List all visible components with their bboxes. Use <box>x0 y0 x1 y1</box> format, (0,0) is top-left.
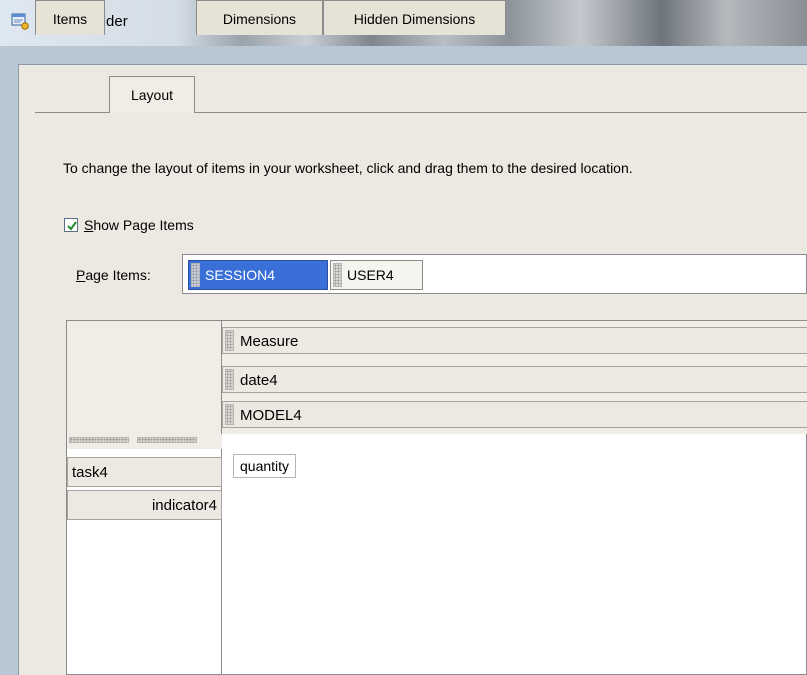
show-page-items-checkbox[interactable] <box>64 218 78 232</box>
tab-items[interactable]: Items <box>35 0 105 35</box>
layout-instructions: To change the layout of items in your wo… <box>63 160 633 176</box>
page-item-session4[interactable]: SESSION4 <box>188 260 328 290</box>
drag-handle-icon <box>333 263 342 287</box>
data-item-quantity[interactable]: quantity <box>233 454 297 478</box>
top-axis-item-date4[interactable]: date4 <box>222 366 807 393</box>
side-axis[interactable]: task4 indicator4 <box>67 449 222 674</box>
drag-handle-icon <box>191 263 200 287</box>
tab-layout[interactable]: Layout <box>109 76 195 113</box>
show-page-items-label: Show Page Items <box>84 217 194 233</box>
drag-handle-icon <box>225 330 234 351</box>
column-drag-handle-icon[interactable] <box>137 437 197 443</box>
query-builder-icon <box>11 13 29 30</box>
side-axis-item-indicator4[interactable]: indicator4 <box>67 490 222 520</box>
tab-dimensions[interactable]: Dimensions <box>196 0 323 35</box>
top-axis-item-measure[interactable]: Measure <box>222 327 807 354</box>
drag-handle-icon <box>225 369 234 390</box>
checkmark-icon <box>67 221 77 231</box>
drag-handle-icon <box>225 404 234 425</box>
grid-corner <box>67 321 222 434</box>
tab-hidden-dimensions[interactable]: Hidden Dimensions <box>323 0 506 35</box>
page-items-drop-zone[interactable]: SESSION4 USER4 <box>182 254 807 294</box>
column-drag-handle-icon[interactable] <box>69 437 129 443</box>
layout-grid: Measure date4 MODEL4 task4 indicator4 qu… <box>66 320 807 675</box>
page-items-label: Page Items: <box>76 267 151 283</box>
top-axis-item-model4[interactable]: MODEL4 <box>222 401 807 428</box>
page-item-user4[interactable]: USER4 <box>330 260 423 290</box>
side-axis-grips <box>67 434 222 449</box>
top-axis[interactable]: Measure date4 MODEL4 <box>222 321 807 434</box>
side-axis-item-task4[interactable]: task4 <box>67 457 222 487</box>
